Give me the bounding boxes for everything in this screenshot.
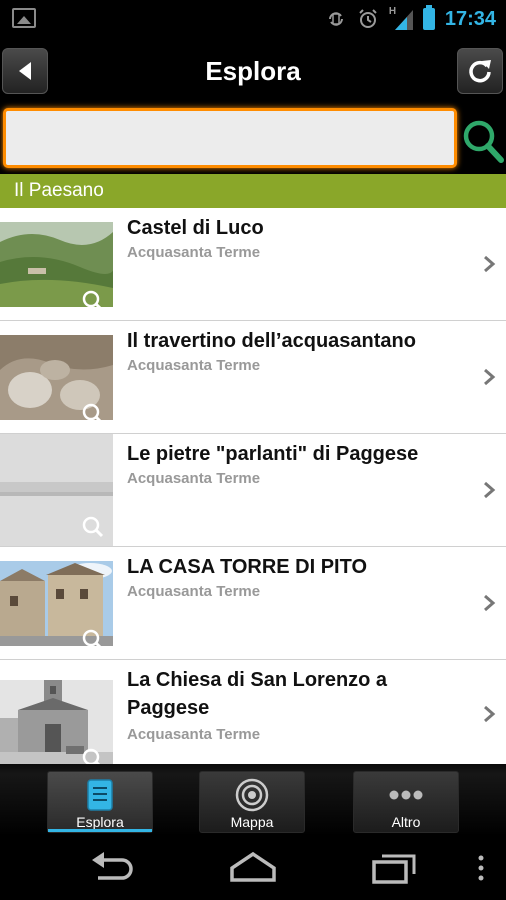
places-list: Castel di Luco Acquasanta Terme Il trave… (0, 208, 506, 764)
list-item[interactable]: Le pietre "parlanti" di Paggese Acquasan… (0, 434, 506, 547)
section-header: Il Paesano (0, 174, 506, 208)
item-subtitle: Acquasanta Terme (127, 470, 261, 487)
item-subtitle: Acquasanta Terme (127, 357, 261, 374)
back-arrow-icon (19, 62, 31, 80)
item-title: La Chiesa di San Lorenzo a Paggese (127, 669, 388, 719)
tab-altro[interactable]: Altro (353, 771, 459, 833)
list-item[interactable]: Il travertino dell’acquasantano Acquasan… (0, 321, 506, 434)
signal-icon: H (389, 6, 413, 30)
tab-esplora[interactable]: Esplora (47, 771, 153, 833)
battery-icon (422, 5, 435, 30)
refresh-button[interactable] (457, 48, 503, 94)
overflow-menu-icon[interactable] (476, 850, 486, 886)
status-time: 17:34 (444, 7, 496, 30)
picture-notification-icon (12, 8, 36, 28)
search-bar (0, 104, 506, 174)
active-tab-indicator (48, 829, 152, 832)
zoom-icon (82, 290, 104, 312)
list-item[interactable]: La Chiesa di San Lorenzo a Paggese Acqua… (0, 660, 506, 764)
item-subtitle: Acquasanta Terme (127, 726, 261, 743)
chevron-right-icon (484, 594, 496, 612)
item-title: Il travertino dell’acquasantano (127, 330, 416, 352)
zoom-icon (82, 748, 101, 764)
zoom-icon (82, 516, 104, 538)
chevron-right-icon (484, 481, 496, 499)
item-title: Le pietre "parlanti" di Paggese (127, 443, 419, 465)
item-subtitle: Acquasanta Terme (127, 244, 261, 261)
item-title: Castel di Luco (127, 217, 264, 239)
list-item[interactable]: Castel di Luco Acquasanta Terme (0, 208, 506, 321)
item-title: LA CASA TORRE DI PITO (127, 556, 368, 578)
chevron-right-icon (484, 255, 496, 273)
list-icon (87, 779, 113, 811)
bottom-tab-bar: Esplora Mappa Altro (0, 764, 506, 836)
list-item[interactable]: LA CASA TORRE DI PITO Acquasanta Terme (0, 547, 506, 660)
alarm-icon (359, 9, 377, 28)
home-nav-icon[interactable] (228, 850, 278, 886)
tab-label: Mappa (230, 814, 274, 830)
chevron-right-icon (484, 368, 496, 386)
tab-mappa[interactable]: Mappa (199, 771, 305, 833)
search-icon[interactable] (461, 116, 505, 166)
page-title: Esplora (205, 56, 301, 86)
zoom-icon (82, 403, 104, 425)
tab-label: Altro (391, 814, 421, 830)
tab-label: Esplora (76, 814, 124, 830)
recent-apps-nav-icon[interactable] (370, 850, 420, 886)
item-subtitle: Acquasanta Terme (127, 583, 261, 600)
zoom-icon (82, 629, 104, 651)
status-bar: H 17:34 (0, 0, 506, 38)
refresh-icon (469, 60, 491, 83)
rotate-icon (328, 12, 343, 26)
chevron-right-icon (484, 705, 496, 722)
back-nav-icon[interactable] (88, 850, 138, 886)
action-bar: Esplora (0, 38, 506, 104)
more-icon (389, 790, 423, 800)
search-input[interactable] (3, 108, 457, 168)
back-button[interactable] (2, 48, 48, 94)
target-icon (235, 778, 269, 812)
system-nav-bar (0, 836, 506, 900)
